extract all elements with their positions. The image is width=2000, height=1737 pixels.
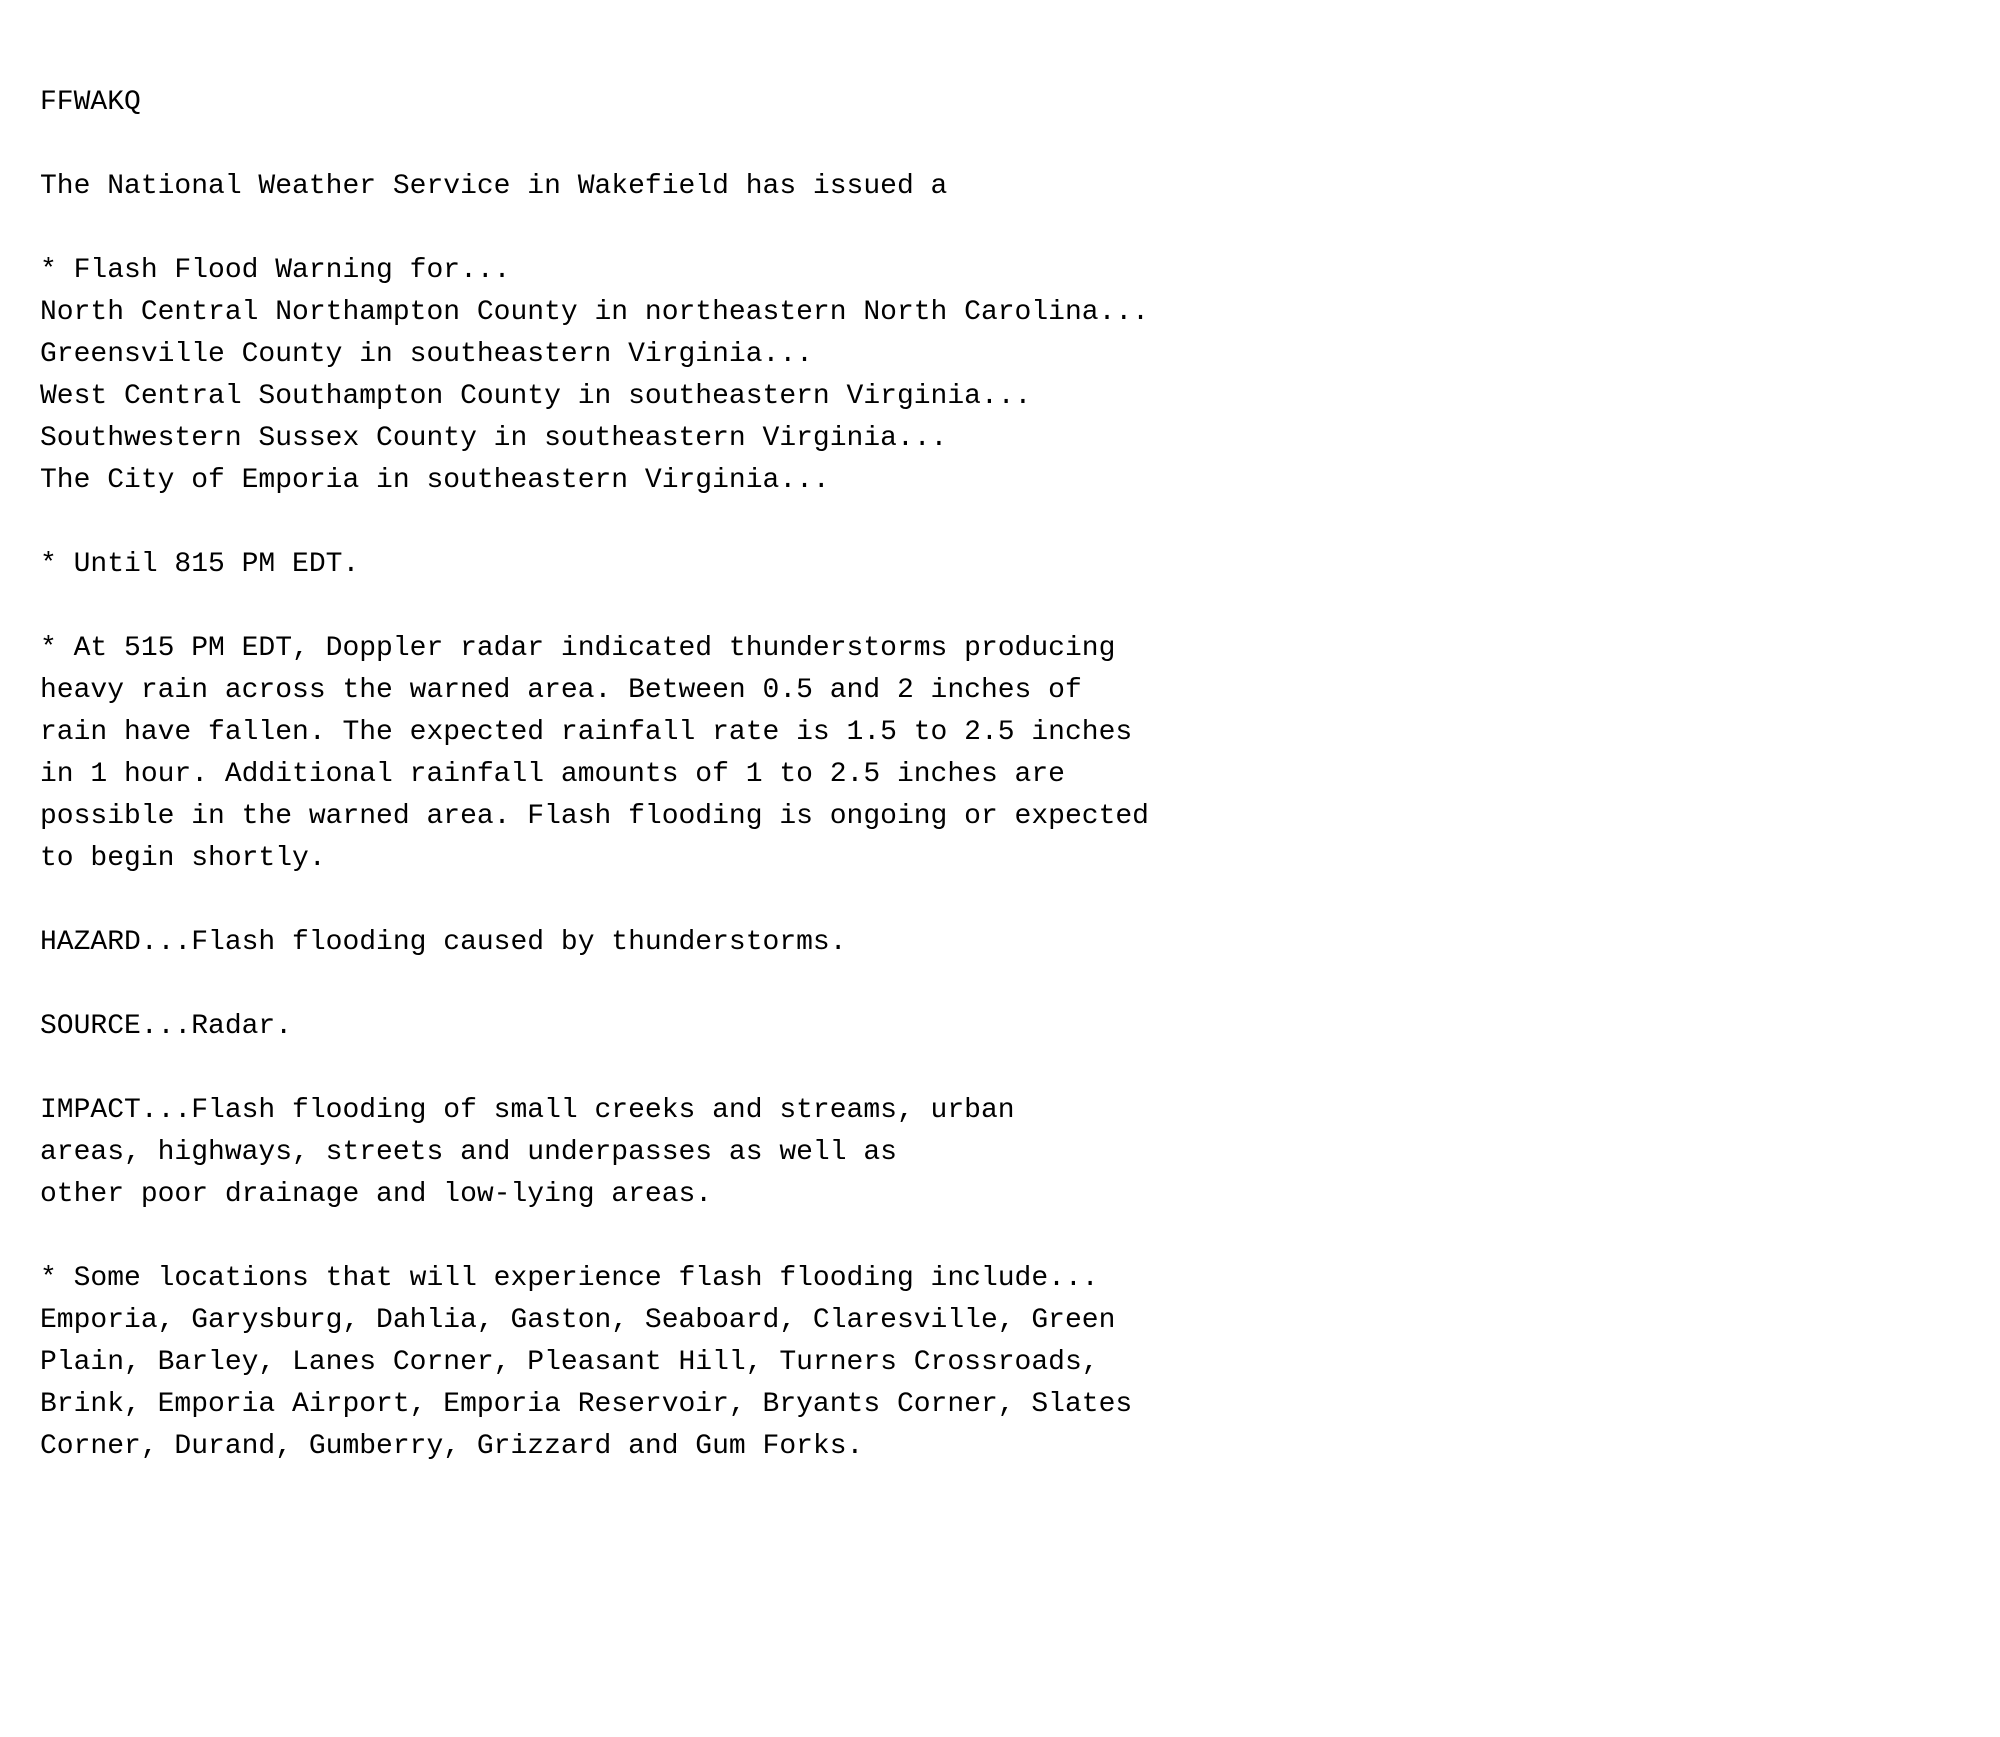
text-line-header: FFWAKQ xyxy=(40,82,1960,124)
text-line-source: SOURCE...Radar. xyxy=(40,1006,1960,1048)
text-line-location4: Southwestern Sussex County in southeaste… xyxy=(40,418,1960,460)
text-line-warning-header: * Flash Flood Warning for... xyxy=(40,250,1960,292)
empty-line-blank6 xyxy=(40,964,1960,1006)
text-line-impact: IMPACT...Flash flooding of small creeks … xyxy=(40,1090,1960,1216)
document-content: FFWAKQ The National Weather Service in Wa… xyxy=(40,40,1960,1468)
text-line-location5: The City of Emporia in southeastern Virg… xyxy=(40,460,1960,502)
text-line-locations-header: * Some locations that will experience fl… xyxy=(40,1258,1960,1300)
text-line-at-line: * At 515 PM EDT, Doppler radar indicated… xyxy=(40,628,1960,880)
text-line-intro: The National Weather Service in Wakefiel… xyxy=(40,166,1960,208)
empty-line-blank7 xyxy=(40,1048,1960,1090)
empty-line-blank3 xyxy=(40,502,1960,544)
empty-line-blank8 xyxy=(40,1216,1960,1258)
text-line-location1: North Central Northampton County in nort… xyxy=(40,292,1960,334)
empty-line-blank1 xyxy=(40,124,1960,166)
text-line-location3: West Central Southampton County in south… xyxy=(40,376,1960,418)
text-line-locations-list: Emporia, Garysburg, Dahlia, Gaston, Seab… xyxy=(40,1300,1960,1468)
empty-line-blank2 xyxy=(40,208,1960,250)
empty-line-blank4 xyxy=(40,586,1960,628)
text-line-location2: Greensville County in southeastern Virgi… xyxy=(40,334,1960,376)
text-line-until: * Until 815 PM EDT. xyxy=(40,544,1960,586)
empty-line-blank5 xyxy=(40,880,1960,922)
text-line-hazard: HAZARD...Flash flooding caused by thunde… xyxy=(40,922,1960,964)
